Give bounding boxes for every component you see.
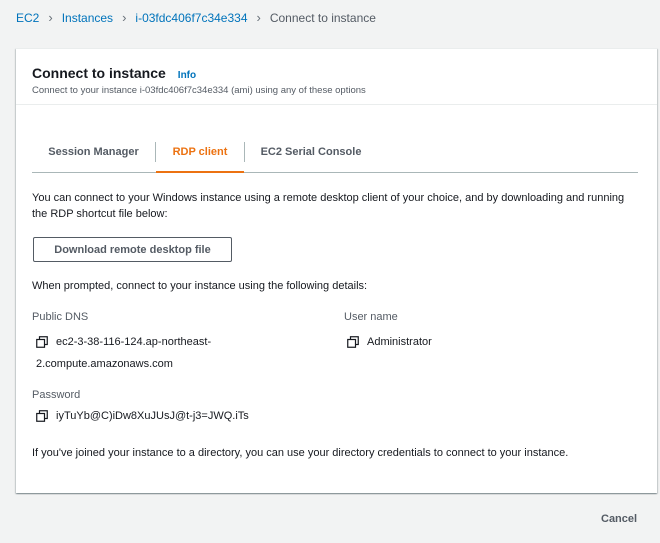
breadcrumb: EC2 › Instances › i-03fdc406f7c34e334 › … — [16, 10, 376, 26]
tab-rdp-client[interactable]: RDP client — [156, 132, 244, 173]
download-remote-desktop-file-button[interactable]: Download remote desktop file — [33, 237, 232, 262]
password-text: iyTuYb@C)iDw8XuJUsJ@t-j3=JWQ.iTs — [56, 410, 249, 422]
panel-header: Connect to instance Info Connect to your… — [16, 49, 657, 105]
info-link[interactable]: Info — [178, 70, 196, 81]
tab-bar: Session Manager RDP client EC2 Serial Co… — [32, 132, 638, 173]
title-row: Connect to instance Info — [32, 65, 196, 81]
connect-panel: Connect to instance Info Connect to your… — [16, 48, 657, 493]
user-name-value: Administrator — [347, 331, 432, 353]
rdp-intro-text: You can connect to your Windows instance… — [32, 192, 625, 220]
copy-icon[interactable] — [347, 336, 359, 348]
chevron-right-icon: › — [48, 10, 53, 25]
page-title: Connect to instance — [32, 65, 166, 81]
breadcrumb-instance-id[interactable]: i-03fdc406f7c34e334 — [135, 10, 247, 26]
password-label: Password — [32, 389, 81, 401]
cancel-button[interactable]: Cancel — [601, 513, 637, 525]
public-dns-line-1: ec2-3-38-116-124.ap-northeast- — [56, 336, 212, 348]
public-dns-line-2: 2.compute.amazonaws.com — [36, 358, 173, 370]
copy-icon[interactable] — [36, 336, 48, 348]
user-name-text: Administrator — [367, 336, 432, 348]
password-value: iyTuYb@C)iDw8XuJUsJ@t-j3=JWQ.iTs — [36, 405, 249, 427]
chevron-right-icon: › — [256, 10, 261, 25]
chevron-right-icon: › — [122, 10, 127, 25]
copy-icon[interactable] — [36, 410, 48, 422]
page-subtitle: Connect to your instance i-03fdc406f7c34… — [32, 85, 366, 96]
tab-session-manager[interactable]: Session Manager — [32, 132, 155, 172]
user-name-label: User name — [344, 311, 398, 323]
connection-prompt-text: When prompted, connect to your instance … — [32, 280, 368, 292]
directory-note-text: If you've joined your instance to a dire… — [32, 447, 569, 459]
breadcrumb-current: Connect to instance — [269, 11, 376, 25]
public-dns-label: Public DNS — [32, 311, 89, 323]
public-dns-value: ec2-3-38-116-124.ap-northeast- 2.compute… — [36, 331, 316, 375]
public-dns-text: ec2-3-38-116-124.ap-northeast- 2.compute… — [36, 331, 212, 375]
tab-ec2-serial-console[interactable]: EC2 Serial Console — [245, 132, 377, 172]
breadcrumb-ec2[interactable]: EC2 — [16, 10, 39, 26]
breadcrumb-instances[interactable]: Instances — [62, 10, 113, 26]
